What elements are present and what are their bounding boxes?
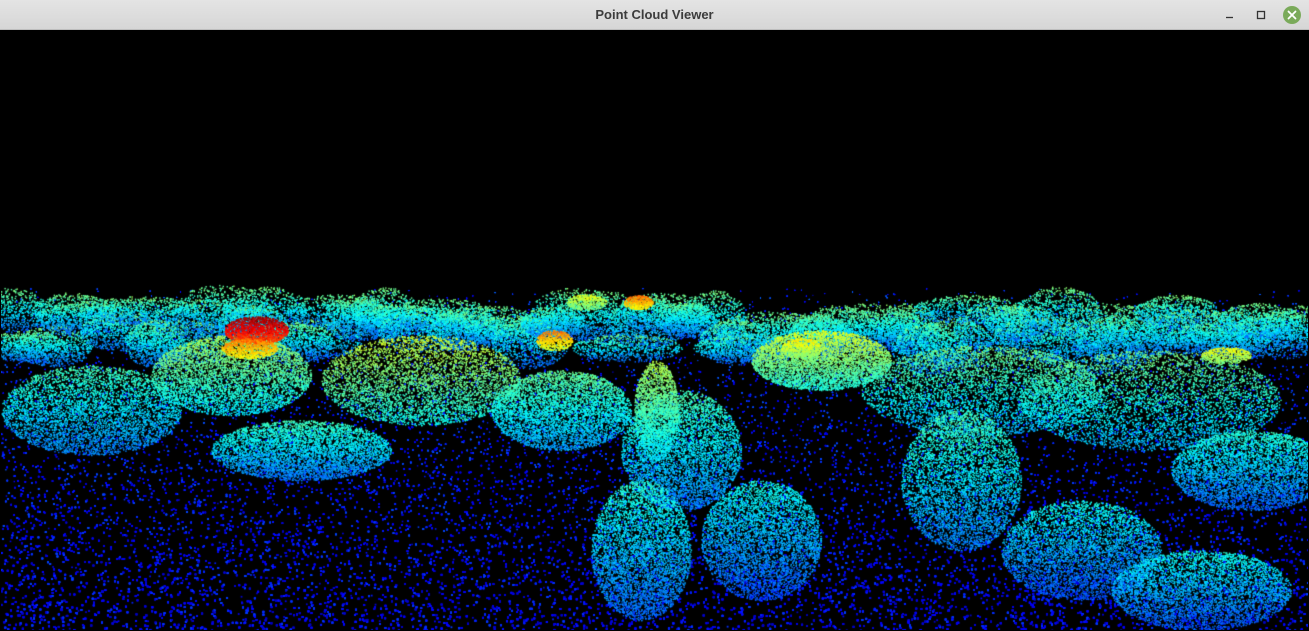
maximize-icon <box>1256 10 1266 20</box>
maximize-button[interactable] <box>1251 5 1271 25</box>
minimize-icon <box>1226 16 1233 19</box>
title-bar[interactable]: Point Cloud Viewer <box>0 0 1309 30</box>
point-cloud-viewer-window: Point Cloud Viewer <box>0 0 1309 631</box>
close-button[interactable] <box>1282 5 1302 25</box>
window-title: Point Cloud Viewer <box>595 7 714 22</box>
close-icon <box>1283 6 1301 24</box>
minimize-button[interactable] <box>1220 5 1240 25</box>
point-cloud-viewport[interactable] <box>1 30 1308 630</box>
point-cloud-canvas[interactable] <box>1 30 1308 630</box>
